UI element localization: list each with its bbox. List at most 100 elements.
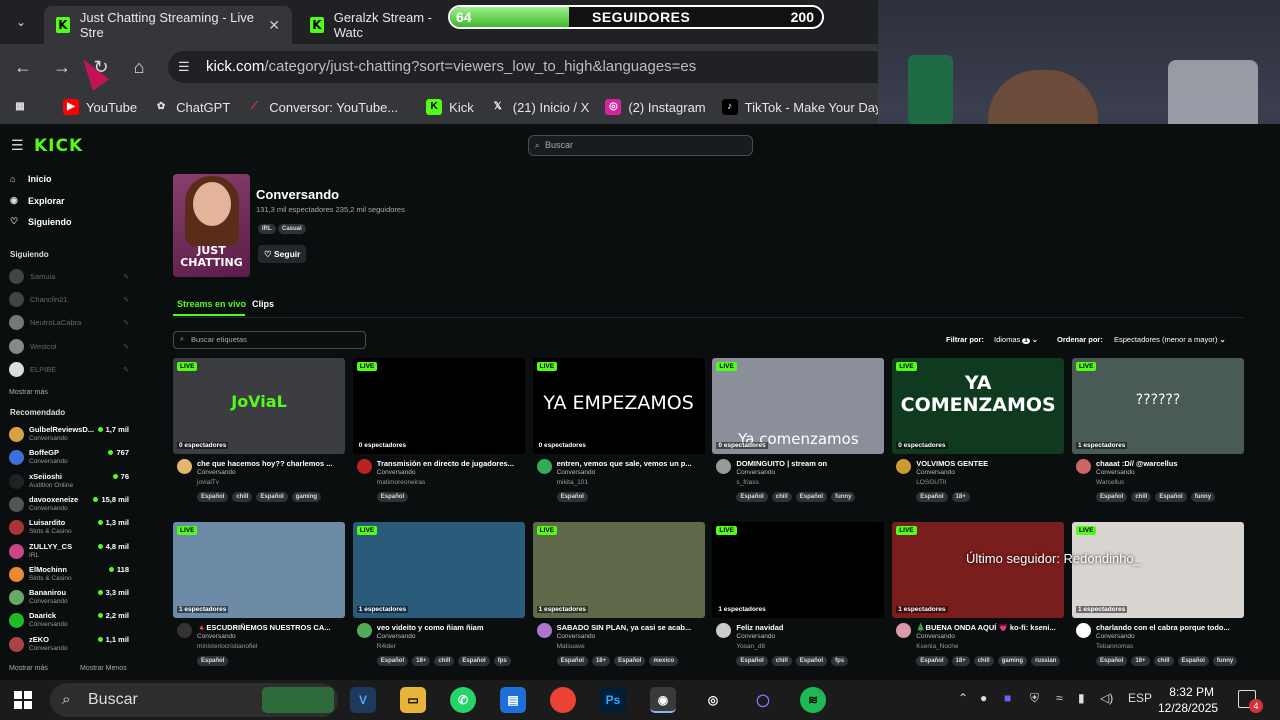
stream-tag[interactable]: chill bbox=[232, 492, 253, 502]
recommended-item[interactable]: BoffeGP Conversando 767 bbox=[9, 447, 129, 469]
wifi-icon[interactable]: ≈ bbox=[1056, 691, 1063, 705]
stream-tag[interactable]: Español bbox=[376, 656, 409, 666]
stream-card[interactable]: LIVE 0 espectadores Transmisión en direc… bbox=[352, 358, 525, 508]
mic-icon[interactable]: ▮ bbox=[1078, 691, 1085, 705]
stream-tag[interactable]: funny bbox=[1212, 656, 1238, 666]
recommended-item[interactable]: xSeiioshi Audition Online 76 bbox=[9, 471, 129, 493]
avatar[interactable] bbox=[716, 623, 732, 638]
stream-card[interactable]: JoViaL LIVE 0 espectadores che que hacem… bbox=[173, 358, 345, 508]
avatar[interactable] bbox=[356, 459, 372, 474]
bookmark-conversor[interactable]: ⟋ Conversor: YouTube... bbox=[246, 99, 398, 115]
bookmark-instagram[interactable]: ◎ (2) Instagram bbox=[605, 99, 706, 115]
avatar[interactable] bbox=[536, 459, 552, 474]
streamer-name[interactable]: matimoreoneiras bbox=[377, 479, 425, 486]
stream-tag[interactable]: Español bbox=[256, 492, 288, 502]
stream-title[interactable]: SABADO SIN PLAN, ya casi se acab... bbox=[557, 623, 705, 632]
recommended-item[interactable]: ZULLYY_CS IRL 4,8 mil bbox=[9, 541, 129, 563]
tray-chevron-icon[interactable]: ⌃ bbox=[958, 691, 968, 705]
follow-category-button[interactable]: ♡ Seguir bbox=[258, 245, 307, 263]
stream-title[interactable]: VOLVIMOS GENTEE bbox=[916, 459, 1064, 468]
recommended-item[interactable]: Luisardito Slots & Casino 1,3 mil bbox=[9, 517, 129, 539]
stream-thumbnail[interactable]: LIVE 1 espectadores bbox=[712, 522, 885, 618]
stream-tag[interactable]: gaming bbox=[997, 656, 1028, 666]
stream-title[interactable]: Transmisión en directo de jugadores... bbox=[377, 459, 525, 468]
stream-card[interactable]: LIVE 1 espectadores 🎄BUENA ONDA AQUÍ 💗 k… bbox=[892, 522, 1065, 672]
stream-category[interactable]: Conversando bbox=[736, 633, 775, 640]
show-more-recommended[interactable]: Mostrar más bbox=[9, 665, 48, 672]
stream-title[interactable]: 🔺ESCUDRIÑEMOS NUESTROS CA... bbox=[197, 623, 345, 632]
stream-tag[interactable]: Español bbox=[1177, 656, 1209, 666]
stream-category[interactable]: Conversando bbox=[916, 633, 955, 640]
stream-category[interactable]: Conversando bbox=[557, 469, 596, 476]
recommended-item[interactable]: Bananirou Conversando 3,3 mil bbox=[9, 587, 129, 609]
streamer-name[interactable]: Warcellus bbox=[1096, 479, 1124, 486]
menu-icon[interactable]: ☰ bbox=[11, 137, 24, 154]
kick-logo[interactable]: KICK bbox=[34, 136, 83, 156]
stream-tag[interactable]: Español bbox=[614, 656, 646, 666]
steam-icon[interactable]: ● bbox=[980, 691, 987, 705]
stream-category[interactable]: Conversando bbox=[557, 633, 596, 640]
stream-category[interactable]: Conversando bbox=[197, 469, 236, 476]
stream-thumbnail[interactable]: Ya comenzamos LIVE 0 espectadores bbox=[712, 358, 885, 454]
avatar[interactable] bbox=[536, 623, 552, 638]
streamer-name[interactable]: s_friass bbox=[736, 479, 758, 486]
streamer-name[interactable]: mikita_101 bbox=[557, 479, 588, 486]
following-item[interactable]: NeutroLaCabra ✎ bbox=[9, 315, 129, 330]
stream-category[interactable]: Conversando bbox=[377, 469, 416, 476]
site-settings-icon[interactable]: ☰ bbox=[178, 51, 190, 83]
stream-card[interactable]: LIVE 1 espectadores Feliz navidad Conver… bbox=[712, 522, 885, 672]
volume-icon[interactable]: ◁) bbox=[1100, 691, 1113, 705]
streamer-name[interactable]: R4ider bbox=[377, 643, 396, 650]
stream-title[interactable]: che que hacemos hoy?? charlemos ... bbox=[197, 459, 345, 468]
avatar[interactable] bbox=[1076, 623, 1091, 638]
stream-category[interactable]: Conversando bbox=[736, 469, 775, 476]
following-item[interactable]: Westcol ✎ bbox=[9, 339, 129, 354]
stream-thumbnail[interactable]: YA EMPEZAMOS LIVE 0 espectadores bbox=[532, 358, 705, 454]
following-item[interactable]: ELPIBE ✎ bbox=[9, 362, 129, 377]
stream-tag[interactable]: mexico bbox=[649, 656, 679, 666]
recommended-item[interactable]: Daarick Conversando 2,2 mil bbox=[9, 610, 129, 632]
stream-title[interactable]: 🎄BUENA ONDA AQUÍ 💗 ko-fi: kseni... bbox=[916, 623, 1064, 632]
stream-card[interactable]: ?????? LIVE 1 espectadores chaaat :D// @… bbox=[1072, 358, 1244, 508]
avatar[interactable] bbox=[716, 459, 732, 474]
streamer-name[interactable]: Ksenia_Noche bbox=[916, 643, 958, 650]
chrome-active-icon[interactable]: ◉ bbox=[650, 687, 676, 713]
tag-search-input[interactable]: ⌕ Buscar etiquetas bbox=[173, 331, 366, 349]
stream-card[interactable]: YA EMPEZAMOS LIVE 0 espectadores entren,… bbox=[532, 358, 705, 508]
stream-tag[interactable]: fps bbox=[831, 656, 849, 666]
stream-tag[interactable]: 18+ bbox=[412, 656, 431, 666]
stream-tag[interactable]: Español bbox=[1096, 656, 1128, 666]
stream-tag[interactable]: Español bbox=[736, 492, 768, 502]
avatar[interactable] bbox=[896, 623, 912, 638]
sidebar-item-inicio[interactable]: ⌂ Inicio bbox=[10, 174, 52, 184]
stream-tag[interactable]: chill bbox=[1131, 492, 1152, 502]
sidebar-item-siguiendo[interactable]: ♡ Siguiendo bbox=[10, 216, 72, 227]
chrome-icon[interactable] bbox=[550, 687, 576, 713]
stream-tag[interactable]: 18+ bbox=[591, 656, 611, 666]
category-tag[interactable]: IRL bbox=[258, 224, 276, 234]
tab-streams-live[interactable]: Streams en vivo bbox=[177, 299, 246, 309]
stream-category[interactable]: Conversando bbox=[197, 633, 236, 640]
stream-title[interactable]: DOMINGUITO | stream on bbox=[736, 459, 884, 468]
photoshop-icon[interactable]: Ps bbox=[600, 687, 626, 713]
stream-tag[interactable]: 18+ bbox=[951, 492, 970, 502]
tab-search-chevron-icon[interactable]: ⌄ bbox=[8, 9, 34, 35]
stream-tag[interactable]: Español bbox=[556, 656, 588, 666]
home-icon[interactable]: ⌂ bbox=[127, 56, 151, 80]
streamer-name[interactable]: Matsuave bbox=[557, 643, 585, 650]
cortana-icon[interactable]: ◯ bbox=[750, 687, 776, 713]
stream-tag[interactable]: Español bbox=[556, 492, 588, 502]
stream-tag[interactable]: chill bbox=[973, 656, 994, 666]
stream-title[interactable]: entren, vemos que sale, vemos un p... bbox=[557, 459, 705, 468]
stream-thumbnail[interactable]: YA COMENZAMOS LIVE 0 espectadores bbox=[892, 358, 1065, 454]
stream-thumbnail[interactable]: LIVE 1 espectadores bbox=[1072, 522, 1244, 618]
stream-title[interactable]: Feliz navidad bbox=[736, 623, 884, 632]
stream-tag[interactable]: Español bbox=[916, 656, 948, 666]
stream-tag[interactable]: funny bbox=[831, 492, 856, 502]
show-more-following[interactable]: Mostrar más bbox=[9, 389, 48, 396]
kick-search-input[interactable]: ⌕ Buscar bbox=[528, 135, 753, 156]
recommended-item[interactable]: ElMochinn Slots & Casino 118 bbox=[9, 564, 129, 586]
sort-dropdown[interactable]: Espectadores (menor a mayor) ⌄ bbox=[1114, 335, 1226, 344]
stream-tag[interactable]: Español bbox=[376, 492, 409, 502]
avatar[interactable] bbox=[896, 459, 912, 474]
